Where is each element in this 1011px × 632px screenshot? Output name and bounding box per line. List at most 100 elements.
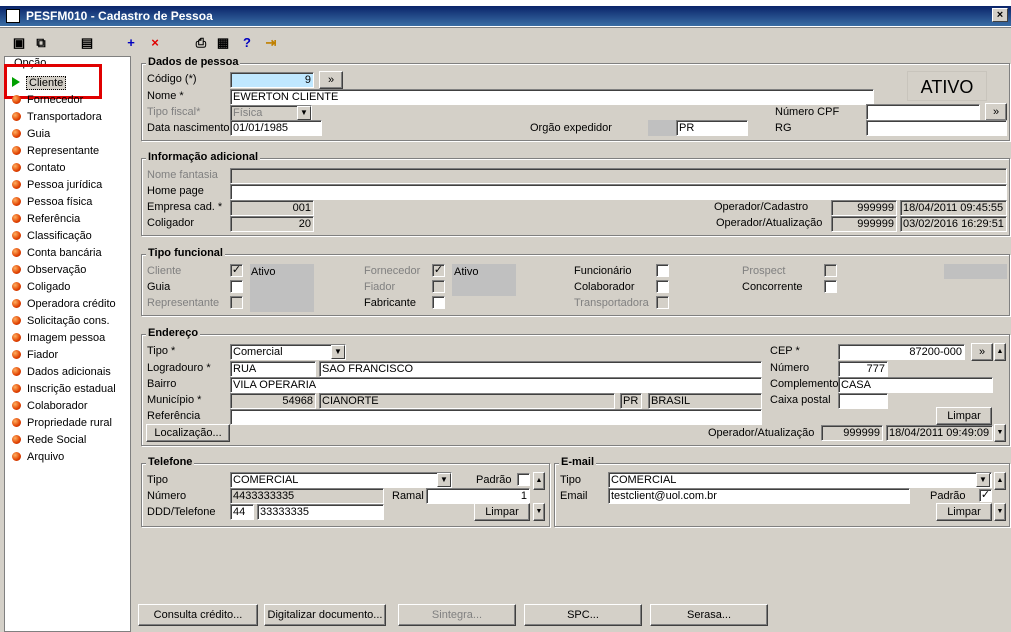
caixa-postal-field[interactable]: [838, 393, 888, 409]
ramal-field[interactable]: 1: [426, 488, 530, 504]
homepage-field[interactable]: [230, 184, 1007, 200]
referencia-field[interactable]: [230, 409, 762, 425]
logradouro-tipo-field[interactable]: RUA: [230, 361, 316, 377]
bullet-icon: [12, 146, 21, 155]
sidebar-item[interactable]: Colaborador: [12, 398, 88, 414]
sidebar-item[interactable]: Observação: [12, 262, 86, 278]
sidebar-item[interactable]: Referência: [12, 211, 80, 227]
email-tipo-dropdown-icon[interactable]: ▼: [976, 473, 990, 487]
sidebar-item-label: Pessoa jurídica: [27, 179, 103, 191]
sidebar-item[interactable]: Arquivo: [12, 449, 64, 465]
fone-field[interactable]: 33333335: [257, 504, 384, 520]
codigo-field[interactable]: 9: [230, 72, 314, 88]
consulta-credito-button[interactable]: Consulta crédito...: [138, 604, 258, 626]
email-padrao-checkbox[interactable]: ✓: [979, 489, 992, 502]
email-scroll-up-icon[interactable]: ▲: [994, 472, 1006, 490]
end-limpar-button[interactable]: Limpar: [936, 407, 992, 425]
localizacao-button[interactable]: Localização...: [146, 424, 230, 442]
nascimento-field[interactable]: 01/01/1985: [230, 120, 322, 136]
ddd-field[interactable]: 44: [230, 504, 254, 520]
bairro-field[interactable]: VILA OPERARIA: [230, 377, 762, 393]
sintegra-button[interactable]: Sintegra...: [398, 604, 516, 626]
complemento-field[interactable]: CASA: [838, 377, 993, 393]
email-padrao-label: Padrão: [930, 490, 966, 502]
sidebar-item[interactable]: Classificação: [12, 228, 92, 244]
sidebar-item[interactable]: Pessoa física: [12, 194, 92, 210]
tel-scroll-up-icon[interactable]: ▲: [533, 472, 545, 490]
sidebar-item[interactable]: Rede Social: [12, 432, 86, 448]
delete-icon[interactable]: ×: [146, 34, 164, 52]
close-button[interactable]: ×: [992, 8, 1008, 22]
sidebar-item[interactable]: Representante: [12, 143, 99, 159]
sidebar-item[interactable]: Dados adicionais: [12, 364, 111, 380]
end-scroll-down-icon[interactable]: ▼: [994, 424, 1006, 442]
email-limpar-button[interactable]: Limpar: [936, 503, 992, 521]
sidebar-item[interactable]: Conta bancária: [12, 245, 102, 261]
serasa-button[interactable]: Serasa...: [650, 604, 768, 626]
end-tipo-dropdown-icon[interactable]: ▼: [331, 345, 345, 359]
sidebar-item-label: Solicitação cons.: [27, 315, 110, 327]
colaborador-label: Colaborador: [574, 281, 635, 293]
sidebar-item[interactable]: Fiador: [12, 347, 58, 363]
save-icon[interactable]: ▤: [78, 34, 96, 52]
sidebar-item[interactable]: Contato: [12, 160, 66, 176]
concorrente-checkbox[interactable]: [824, 280, 837, 293]
tel-tipo-dropdown-icon[interactable]: ▼: [437, 473, 451, 487]
print-icon[interactable]: ⎙: [192, 34, 210, 52]
prospect-checkbox[interactable]: [824, 264, 837, 277]
spc-button[interactable]: SPC...: [524, 604, 642, 626]
fantasia-field[interactable]: [230, 168, 1007, 184]
sidebar-item[interactable]: Imagem pessoa: [12, 330, 105, 346]
email-field[interactable]: testclient@uol.com.br: [608, 488, 910, 504]
tel-limpar-button[interactable]: Limpar: [474, 503, 530, 521]
colaborador-checkbox[interactable]: [656, 280, 669, 293]
add-icon[interactable]: +: [122, 34, 140, 52]
funcionario-checkbox[interactable]: [656, 264, 669, 277]
sidebar-item-label: Coligado: [27, 281, 71, 293]
codigo-search-button[interactable]: »: [319, 71, 343, 89]
numero-field[interactable]: 777: [838, 361, 888, 377]
cep-field[interactable]: 87200-000: [838, 344, 965, 360]
fornecedor-checkbox[interactable]: ✓: [432, 264, 445, 277]
select-icon[interactable]: ▣: [10, 34, 28, 52]
fabricante-checkbox[interactable]: [432, 296, 445, 309]
digitalizar-documento-button[interactable]: Digitalizar documento...: [264, 604, 386, 626]
tipo-fiscal-dropdown-icon[interactable]: ▼: [297, 106, 311, 120]
copy-icon[interactable]: ⧉: [32, 34, 50, 52]
exit-icon[interactable]: ⇥: [262, 34, 280, 52]
help-icon[interactable]: ?: [238, 34, 256, 52]
transportadora-checkbox[interactable]: [656, 296, 669, 309]
sidebar-item[interactable]: Fornecedor: [12, 92, 83, 108]
tel-scroll-down-icon[interactable]: ▼: [533, 503, 545, 521]
sidebar-item-label: Dados adicionais: [27, 366, 111, 378]
rg-field[interactable]: [866, 120, 1007, 136]
empresa-field[interactable]: 001: [230, 200, 314, 216]
email-scroll-down-icon[interactable]: ▼: [994, 503, 1006, 521]
municipio-code-field[interactable]: 54968: [230, 393, 316, 409]
orgao-field[interactable]: PR: [676, 120, 748, 136]
sidebar-item[interactable]: Pessoa jurídica: [12, 177, 102, 193]
email-tipo-select[interactable]: COMERCIAL: [608, 472, 992, 488]
cpf-search-button[interactable]: »: [985, 103, 1007, 121]
end-tipo-select[interactable]: Comercial: [230, 344, 346, 360]
guia-checkbox[interactable]: [230, 280, 243, 293]
representante-checkbox[interactable]: [230, 296, 243, 309]
logradouro-field[interactable]: SAO FRANCISCO: [319, 361, 762, 377]
cep-search-button[interactable]: »: [971, 343, 993, 361]
fiador-checkbox[interactable]: [432, 280, 445, 293]
sidebar-item[interactable]: Guia: [12, 126, 50, 142]
sidebar-item[interactable]: Coligado: [12, 279, 70, 295]
sidebar-item[interactable]: Operadora crédito: [12, 296, 116, 312]
cep-scroll-up-icon[interactable]: ▲: [994, 343, 1006, 361]
sidebar-item[interactable]: Propriedade rural: [12, 415, 112, 431]
sidebar-item[interactable]: Inscrição estadual: [12, 381, 116, 397]
coligador-field[interactable]: 20: [230, 216, 314, 232]
cpf-field[interactable]: [866, 104, 980, 120]
tel-tipo-select[interactable]: COMERCIAL: [230, 472, 452, 488]
nome-field[interactable]: EWERTON CLIENTE: [230, 89, 874, 105]
sidebar-item[interactable]: Transportadora: [12, 109, 102, 125]
grid-icon[interactable]: ▦: [214, 34, 232, 52]
sidebar-item[interactable]: Solicitação cons.: [12, 313, 110, 329]
tel-padrao-checkbox[interactable]: [517, 473, 530, 486]
cliente-checkbox[interactable]: ✓: [230, 264, 243, 277]
